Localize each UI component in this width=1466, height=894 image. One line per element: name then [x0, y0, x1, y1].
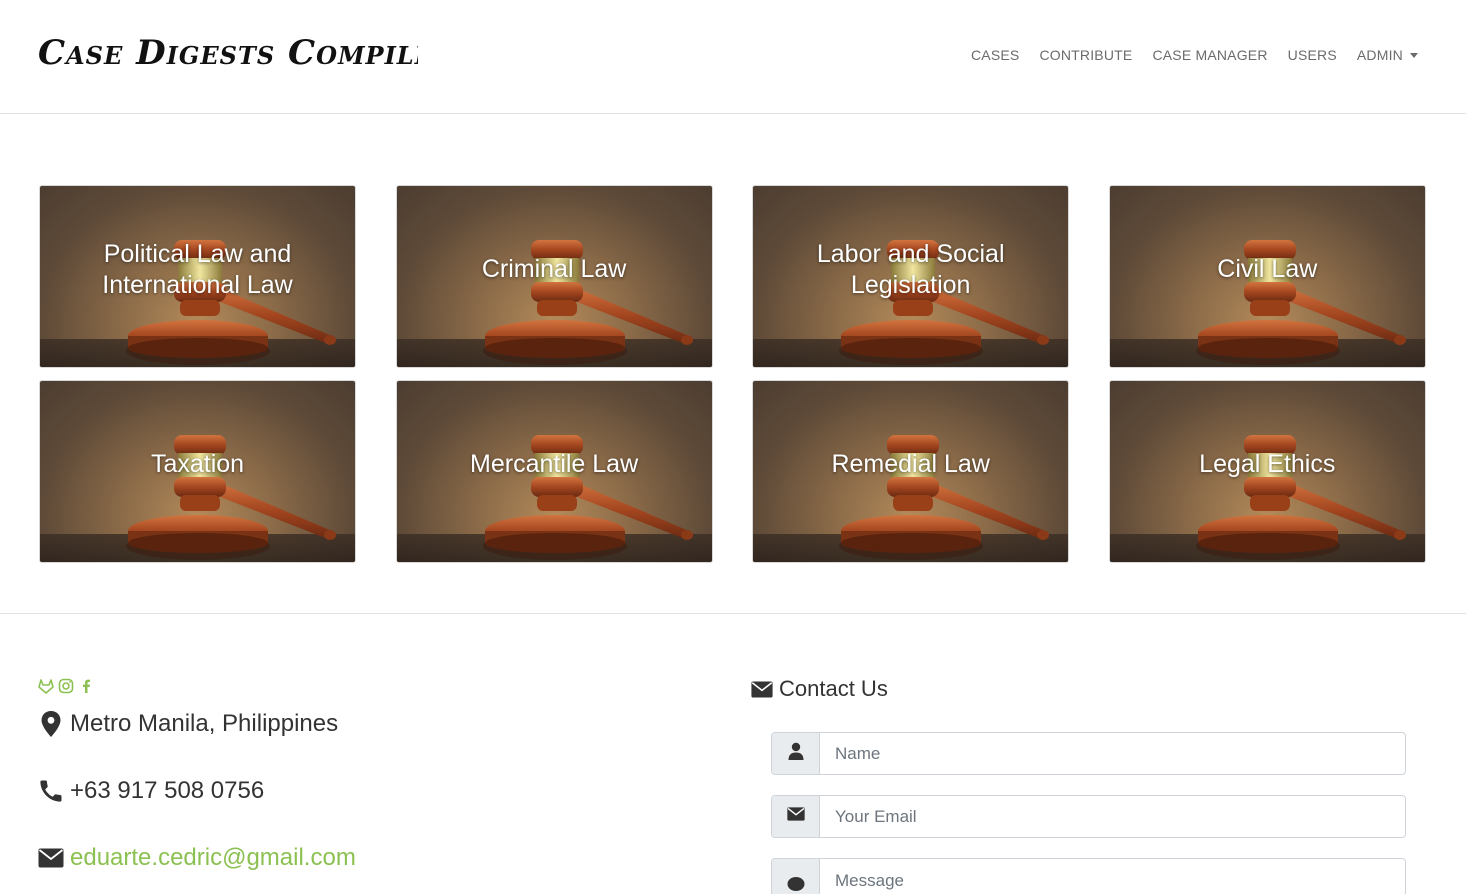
name-addon	[772, 733, 820, 774]
category-label: Civil Law	[1217, 255, 1318, 283]
user-icon	[788, 742, 804, 765]
message-field	[771, 858, 1406, 894]
footer: Metro Manila, Philippines +63 917 508 07…	[0, 613, 1466, 894]
category-label: Political Law and International Law	[102, 239, 293, 299]
location-text: Metro Manila, Philippines	[70, 710, 339, 737]
category-card-civil-law[interactable]: Civil Law	[1108, 185, 1426, 368]
category-label: Mercantile Law	[470, 450, 639, 478]
envelope-icon	[38, 845, 64, 871]
phone-text: +63 917 508 0756	[70, 777, 265, 804]
comment-icon	[787, 876, 805, 894]
name-input[interactable]	[820, 733, 1405, 774]
category-card-taxation[interactable]: Taxation	[39, 380, 356, 563]
nav-contribute[interactable]: CONTRIBUTE	[1039, 47, 1132, 63]
category-label: Legal Ethics	[1199, 450, 1336, 478]
phone-icon	[38, 778, 64, 804]
nav-cases[interactable]: CASES	[971, 47, 1019, 63]
category-grid: Political Law and International Law Crim…	[39, 185, 1426, 563]
location-row: Metro Manila, Philippines	[38, 710, 338, 738]
nav-users[interactable]: USERS	[1288, 47, 1337, 63]
email-row: eduarte.cedric@gmail.com	[38, 844, 356, 872]
category-card-criminal-law[interactable]: Criminal Law	[395, 185, 713, 368]
map-marker-icon	[38, 711, 64, 737]
email-link[interactable]: eduarte.cedric@gmail.com	[70, 844, 356, 872]
navbar: Case Digests Compiler CASES CONTRIBUTE C…	[0, 0, 1466, 114]
contact-title-text: Contact Us	[779, 676, 888, 701]
caret-down-icon	[1410, 52, 1418, 58]
category-card-political-law[interactable]: Political Law and International Law	[39, 185, 356, 368]
nav-admin-label: ADMIN	[1356, 47, 1403, 63]
brand-title: Case Digests Compiler	[38, 33, 418, 73]
phone-row: +63 917 508 0756	[38, 777, 264, 805]
message-input[interactable]	[820, 859, 1405, 894]
envelope-icon	[751, 680, 773, 698]
name-field	[771, 732, 1406, 775]
category-card-remedial-law[interactable]: Remedial Law	[752, 380, 1070, 563]
category-card-mercantile-law[interactable]: Mercantile Law	[395, 380, 713, 563]
category-label: Taxation	[150, 450, 245, 478]
email-input[interactable]	[820, 796, 1405, 837]
category-card-labor-law[interactable]: Labor and Social Legislation	[752, 185, 1070, 368]
instagram-icon[interactable]	[58, 678, 74, 694]
category-label: Remedial Law	[831, 450, 990, 478]
category-label: Labor and Social Legislation	[816, 239, 1005, 299]
social-links	[38, 678, 94, 694]
email-addon	[772, 796, 820, 837]
main-nav: CASES CONTRIBUTE CASE MANAGER USERS ADMI…	[971, 47, 1418, 63]
category-label: Criminal Law	[481, 255, 627, 283]
nav-admin-dropdown[interactable]: ADMIN	[1357, 47, 1418, 63]
brand-logo-text: Case Digests Compiler	[38, 33, 454, 73]
facebook-icon[interactable]	[78, 678, 94, 694]
message-addon	[772, 859, 820, 894]
envelope-icon	[786, 807, 805, 826]
category-card-legal-ethics[interactable]: Legal Ethics	[1108, 380, 1426, 563]
brand-logo[interactable]: Case Digests Compiler	[38, 30, 454, 74]
nav-case-manager[interactable]: CASE MANAGER	[1152, 47, 1267, 63]
contact-title: Contact Us	[751, 676, 888, 702]
email-field	[771, 795, 1406, 838]
gitlab-icon[interactable]	[38, 678, 54, 694]
